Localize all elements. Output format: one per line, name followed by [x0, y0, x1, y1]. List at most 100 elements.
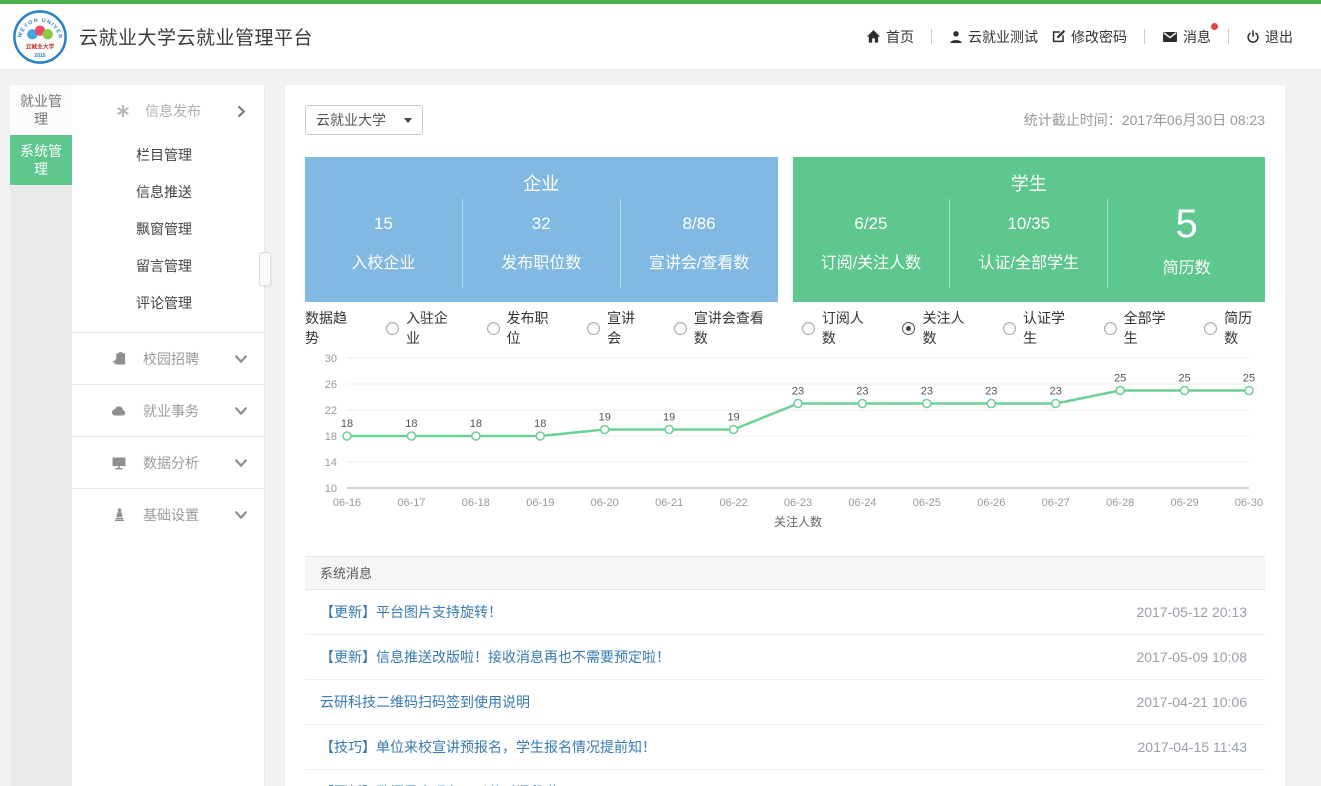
cloud-icon — [110, 403, 128, 419]
trend-option-1[interactable]: 发布职位 — [487, 308, 562, 348]
svg-text:06-20: 06-20 — [591, 497, 619, 509]
svg-text:25: 25 — [1178, 373, 1190, 385]
svg-text:18: 18 — [405, 418, 417, 430]
radio-icon — [1104, 322, 1117, 335]
svg-text:23: 23 — [856, 386, 868, 398]
radio-icon — [1003, 322, 1016, 335]
card-stat: 15入校企业 — [305, 199, 462, 288]
nav-separator — [1144, 29, 1145, 44]
radio-icon — [674, 322, 687, 335]
stat-cards: 企业15入校企业32发布职位数8/86宣讲会/查看数学生6/25订阅/关注人数1… — [305, 157, 1265, 302]
svg-text:14: 14 — [325, 457, 337, 469]
svg-text:06-28: 06-28 — [1106, 497, 1134, 509]
svg-text:06-30: 06-30 — [1235, 497, 1263, 509]
nav-item-logout[interactable]: 退出 — [1246, 27, 1293, 47]
sidebar-group-info-publish[interactable]: 信息发布 — [72, 85, 264, 137]
stat-label: 宣讲会/查看数 — [649, 249, 749, 273]
trend-option-6[interactable]: 认证学生 — [1003, 308, 1078, 348]
trend-option-7[interactable]: 全部学生 — [1104, 308, 1179, 348]
sidebar-group-1[interactable]: 就业事务 — [72, 384, 264, 436]
card-stat: 6/25订阅/关注人数 — [793, 199, 950, 288]
trend-option-2[interactable]: 宣讲会 — [587, 308, 648, 348]
card-title: 学生 — [793, 157, 1266, 199]
main-content: 云就业大学 统计截止时间：2017年06月30日 08:23 企业15入校企业3… — [285, 85, 1285, 786]
trend-option-4[interactable]: 订阅人数 — [802, 308, 877, 348]
sidebar-group-label: 信息发布 — [145, 101, 201, 121]
rail-item-system-mgmt[interactable]: 系统管理 — [10, 135, 72, 185]
stat-label: 简历数 — [1163, 254, 1211, 278]
user-icon — [949, 30, 963, 44]
nav-item-home[interactable]: 首页 — [866, 27, 914, 47]
message-link[interactable]: 【更新】平台图片支持旋转！ — [320, 602, 502, 622]
page-title: 云就业大学云就业管理平台 — [79, 23, 313, 50]
nav-separator — [931, 29, 932, 44]
radio-icon — [386, 322, 399, 335]
sidebar-submenu: 栏目管理信息推送飘窗管理留言管理评论管理 — [72, 137, 264, 332]
nav-item-label: 修改密码 — [1071, 27, 1127, 47]
sidebar-groups: 校园招聘就业事务数据分析基础设置 — [72, 332, 264, 540]
sidebar-subitem-3[interactable]: 留言管理 — [72, 248, 264, 285]
svg-text:18: 18 — [325, 431, 337, 443]
card-enterprise: 企业15入校企业32发布职位数8/86宣讲会/查看数 — [305, 157, 778, 302]
sidebar-group-2[interactable]: 数据分析 — [72, 436, 264, 488]
nav-separator — [1228, 29, 1229, 44]
message-date: 2017-05-12 20:13 — [1136, 604, 1247, 620]
message-link[interactable]: 【更新】信息推送改版啦！接收消息再也不需要预定啦！ — [320, 647, 670, 667]
svg-text:26: 26 — [325, 379, 337, 391]
trend-option-0[interactable]: 入驻企业 — [386, 308, 461, 348]
nav-item-change-password[interactable]: 修改密码 — [1051, 27, 1127, 47]
trend-option-5[interactable]: 关注人数 — [902, 308, 977, 348]
message-link[interactable]: 【技巧】单位来校宣讲预报名，学生报名情况提前知！ — [320, 737, 656, 757]
trend-option-8[interactable]: 简历数 — [1204, 308, 1265, 348]
card-stat: 5简历数 — [1107, 199, 1265, 288]
asterisk-icon — [116, 104, 130, 118]
monitor-icon — [110, 455, 128, 471]
sidebar-subitem-4[interactable]: 评论管理 — [72, 285, 264, 322]
nav-item-user-test[interactable]: 云就业测试 — [949, 27, 1038, 47]
system-messages-panel: 系统消息 【更新】平台图片支持旋转！ 2017-05-12 20:13 【更新】信息… — [305, 556, 1265, 786]
sidebar-resize-handle[interactable] — [259, 252, 271, 286]
message-date: 2017-04-21 10:06 — [1136, 694, 1247, 710]
trend-line-chart: 10141822263006-1606-1706-1806-1906-2006-… — [305, 344, 1265, 534]
messages-panel-title: 系统消息 — [305, 556, 1265, 590]
stat-label: 发布职位数 — [501, 249, 581, 273]
sidebar-group-3[interactable]: 基础设置 — [72, 488, 264, 540]
sidebar-subitem-1[interactable]: 信息推送 — [72, 174, 264, 211]
card-title: 企业 — [305, 157, 778, 199]
sidebar-group-label: 就业事务 — [143, 401, 199, 421]
clipboard-icon — [110, 351, 128, 366]
toolbar-row: 云就业大学 统计截止时间：2017年06月30日 08:23 — [305, 105, 1265, 135]
card-stat: 10/35认证/全部学生 — [949, 199, 1107, 288]
svg-text:30: 30 — [325, 353, 337, 365]
messages-list: 【更新】平台图片支持旋转！ 2017-05-12 20:13 【更新】信息推送改版啦… — [305, 590, 1265, 786]
trend-options-row: 数据趋势入驻企业发布职位宣讲会宣讲会查看数订阅人数关注人数认证学生全部学生简历数 — [305, 318, 1265, 338]
trend-option-label: 全部学生 — [1124, 308, 1179, 348]
message-link[interactable]: 【更新】数据导出现在可以分时间段啦！ — [320, 782, 572, 786]
message-row: 【更新】平台图片支持旋转！ 2017-05-12 20:13 — [305, 590, 1265, 635]
rail-item-employment-mgmt[interactable]: 就业管理 — [10, 85, 72, 135]
unread-badge — [1211, 23, 1218, 30]
message-date: 2017-04-15 11:43 — [1138, 739, 1248, 755]
trend-option-label: 入驻企业 — [406, 308, 461, 348]
school-select-value: 云就业大学 — [316, 110, 386, 130]
svg-text:06-21: 06-21 — [655, 497, 683, 509]
trend-option-3[interactable]: 宣讲会查看数 — [674, 308, 776, 348]
svg-text:06-29: 06-29 — [1171, 497, 1199, 509]
nav-item-label: 消息 — [1183, 27, 1211, 47]
stats-deadline: 统计截止时间：2017年06月30日 08:23 — [1024, 110, 1265, 130]
school-select[interactable]: 云就业大学 — [305, 105, 423, 135]
card-student: 学生6/25订阅/关注人数10/35认证/全部学生5简历数 — [793, 157, 1266, 302]
svg-text:06-19: 06-19 — [526, 497, 554, 509]
trend-option-label: 发布职位 — [507, 308, 562, 348]
chevron-down-icon — [234, 404, 248, 418]
message-link[interactable]: 云研科技二维码扫码签到使用说明 — [320, 692, 530, 712]
svg-text:06-22: 06-22 — [720, 497, 748, 509]
svg-text:06-18: 06-18 — [462, 497, 490, 509]
sidebar-subitem-2[interactable]: 飘窗管理 — [72, 211, 264, 248]
radio-icon — [1204, 322, 1217, 335]
stat-label: 认证/全部学生 — [979, 249, 1079, 273]
chevron-down-icon — [234, 508, 248, 522]
nav-item-messages[interactable]: 消息 — [1162, 27, 1211, 47]
sidebar-subitem-0[interactable]: 栏目管理 — [72, 137, 264, 174]
sidebar-group-0[interactable]: 校园招聘 — [72, 332, 264, 384]
